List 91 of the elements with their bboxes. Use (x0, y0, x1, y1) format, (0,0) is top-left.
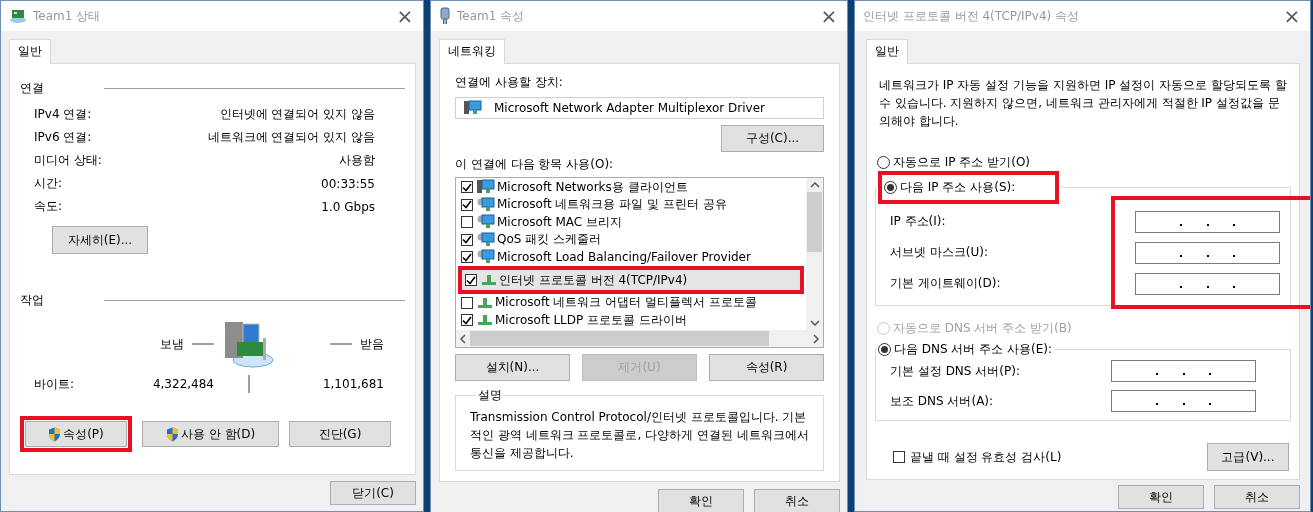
field-label: 속도: (34, 198, 63, 215)
field-label: 기본 설정 DNS 서버(P): (890, 362, 1021, 380)
action-button[interactable]: 속성(P) (25, 421, 127, 447)
list-item[interactable]: Microsoft 네트워크용 파일 및 프린터 공유 (458, 196, 804, 214)
shield-icon (48, 426, 62, 442)
checkbox[interactable] (461, 233, 473, 246)
network-service-icon (477, 249, 495, 266)
close-button[interactable]: × (1282, 4, 1302, 28)
configure-button[interactable]: 구성(C)... (721, 124, 824, 152)
network-protocol-icon (477, 314, 493, 327)
received-label: 받음 (360, 335, 384, 353)
computer-icon (464, 99, 482, 116)
field-value: 사용함 (339, 152, 375, 169)
action-button[interactable]: 진단(G) (289, 421, 391, 447)
list-item[interactable]: Microsoft Networks용 클라이언트 (458, 178, 804, 196)
window-title: Team1 속성 (457, 7, 526, 25)
computer-network-icon (223, 320, 275, 368)
bytes-received: 1,101,681 (322, 377, 384, 391)
intro-text: 네트워크가 IP 자동 설정 기능을 지원하면 IP 설정이 자동으로 할당되도록 할 수 있습니다. 지원하지 않으면, 네트워크 관리자에게 적절한 IP 설정값을 문의해야 합니다. (879, 77, 1288, 130)
field-label: IP 주소(I): (890, 213, 947, 230)
advanced-button[interactable]: 고급(V)... (1207, 443, 1289, 471)
network-service-icon (477, 196, 495, 213)
dialog-button[interactable]: 확인 (658, 489, 744, 512)
window-title: Team1 상태 (33, 7, 102, 25)
scrollbar[interactable] (806, 177, 823, 330)
list-item[interactable]: Microsoft LLDP 프로토콜 드라이버 (458, 311, 804, 329)
dialog-button[interactable]: 확인 (1118, 485, 1204, 509)
window-title: 인터넷 프로토콜 버전 4(TCP/IPv4) 속성 (863, 7, 1081, 25)
scrollbar[interactable] (456, 330, 823, 347)
tab[interactable]: 네트워킹 (439, 39, 505, 64)
list-action-button[interactable]: 설치(N)... (455, 354, 570, 381)
checkbox[interactable] (461, 198, 473, 211)
network-service-icon (477, 214, 495, 231)
field-value: 네트워크에 연결되어 있지 않음 (207, 129, 375, 146)
field-label: 서브넷 마스크(U): (890, 244, 989, 261)
close-dialog-button[interactable]: 닫기(C) (330, 481, 416, 505)
plug-icon (439, 7, 451, 25)
ip-address-field[interactable] (1135, 242, 1280, 264)
device-label: 연결에 사용할 장치: (455, 74, 564, 91)
section-heading: 작업 (20, 292, 44, 309)
list-item[interactable]: Microsoft MAC 브리지 (458, 213, 804, 231)
items-label: 이 연결에 다음 항목 사용(O): (455, 155, 615, 173)
network-service-icon (477, 231, 495, 248)
device-name: Microsoft Network Adapter Multiplexor Driver (494, 100, 765, 115)
field-value: 00:33:55 (321, 176, 375, 191)
radio-option[interactable]: 자동으로 IP 주소 받기(O) (877, 154, 1291, 171)
radio-option[interactable]: 다음 DNS 서버 주소 사용(E): (878, 341, 1053, 358)
tab[interactable]: 일반 (866, 39, 908, 64)
network-protocol-icon (477, 296, 493, 309)
field-label: 보조 DNS 서버(A): (890, 392, 995, 410)
section-heading: 연결 (20, 80, 44, 97)
bytes-label: 바이트: (34, 375, 76, 393)
checkbox[interactable]: 끝낼 때 설정 유효성 검사(L) (893, 448, 1062, 466)
close-button[interactable]: × (819, 4, 839, 28)
network-card-icon (9, 8, 27, 24)
shield-icon (165, 426, 179, 442)
details-button[interactable]: 자세히(E)... (52, 226, 148, 254)
field-label: IPv4 연결: (34, 106, 92, 123)
checkbox[interactable] (461, 181, 473, 194)
list-item[interactable]: Microsoft Load Balancing/Failover Provider (458, 248, 804, 266)
computer-icon (477, 179, 495, 196)
ip-address-field[interactable] (1135, 211, 1280, 233)
radio-option[interactable]: 다음 IP 주소 사용(S): (884, 179, 1016, 196)
ip-address-field[interactable] (1111, 390, 1256, 412)
field-label: IPv6 연결: (34, 129, 92, 146)
field-value: 인터넷에 연결되어 있지 않음 (219, 106, 375, 123)
dialog-button[interactable]: 취소 (1214, 485, 1300, 509)
group-heading: 설명 (478, 388, 502, 402)
checkbox[interactable] (461, 216, 473, 229)
field-label: 기본 게이트웨이(D): (890, 275, 1002, 292)
bytes-sent: 4,322,484 (152, 377, 214, 391)
tab[interactable]: 일반 (9, 39, 51, 64)
list-action-button[interactable]: 속성(R) (709, 354, 824, 381)
network-protocol-icon (481, 274, 497, 286)
list-item[interactable]: Microsoft 네트워크 어댑터 멀티플렉서 프로토콜 (458, 294, 804, 312)
checkbox[interactable] (461, 296, 473, 309)
close-button[interactable]: × (395, 4, 415, 28)
description-text: Transmission Control Protocol/인터넷 프로토콜입니다. 기본적인 광역 네트워크 프로토콜로, 다양하게 연결된 네트워크에서 통신을 제공합니다. (470, 409, 809, 462)
action-button[interactable]: 사용 안 함(D) (142, 421, 279, 447)
field-value: 1.0 Gbps (321, 199, 375, 214)
checkbox[interactable] (461, 251, 473, 264)
checkbox[interactable] (461, 314, 473, 327)
ip-address-field[interactable] (1135, 273, 1280, 295)
field-label: 미디어 상태: (34, 152, 102, 169)
ip-address-field[interactable] (1111, 360, 1256, 382)
sent-label: 보냄 (160, 335, 184, 353)
list-item[interactable]: QoS 패킷 스케줄러 (458, 231, 804, 249)
dialog-button[interactable]: 취소 (754, 489, 840, 512)
checkbox[interactable] (465, 274, 477, 286)
list-item[interactable]: 인터넷 프로토콜 버전 4(TCP/IPv4) (462, 270, 800, 290)
field-label: 시간: (34, 175, 63, 192)
